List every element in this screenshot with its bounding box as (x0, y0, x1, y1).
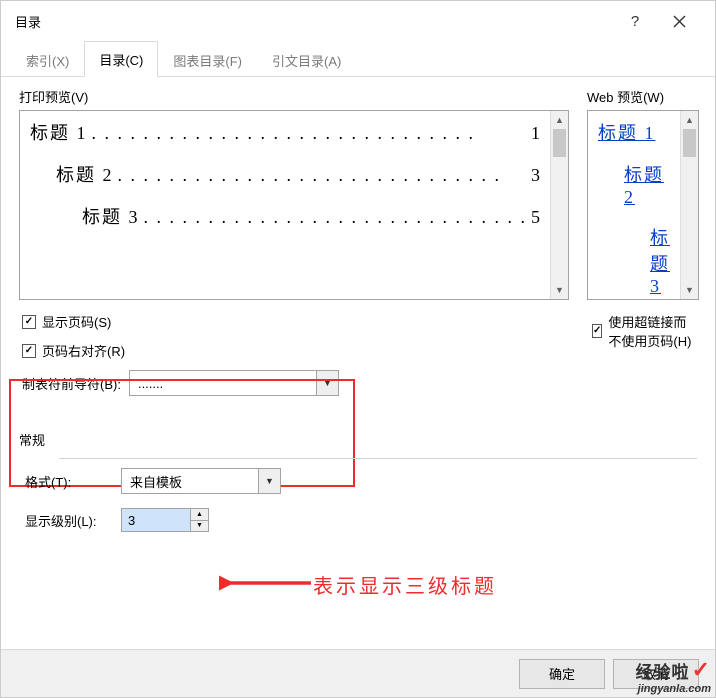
web-preview-label: Web 预览(W) (587, 87, 699, 106)
close-button[interactable] (657, 1, 701, 41)
tab-index[interactable]: 索引(X) (11, 42, 84, 77)
leader-row: 制表符前导符(B): ....... ▼ (19, 370, 569, 396)
web-preview-body: 标题 1 标题 2 标题 3 (588, 111, 680, 299)
print-preview-label: 打印预览(V) (19, 87, 569, 106)
scroll-up-icon[interactable]: ▲ (681, 111, 698, 129)
general-fieldset: 常规 格式(T): 来自模板 ▼ 显示级别(L): 3 ▲ (19, 430, 697, 532)
show-page-numbers-row: 显示页码(S) (19, 312, 569, 331)
print-preview-body: 标题 1 . . . . . . . . . . . . . . . . . .… (20, 111, 550, 299)
content-area: 打印预览(V) 标题 1 . . . . . . . . . . . . . .… (1, 77, 715, 532)
scroll-down-icon[interactable]: ▼ (551, 281, 568, 299)
scroll-down-icon[interactable]: ▼ (681, 281, 698, 299)
web-preview-scrollbar[interactable]: ▲ ▼ (680, 111, 698, 299)
toc-line-2: 标题 2 . . . . . . . . . . . . . . . . . .… (30, 161, 540, 187)
tabbar: 索引(X) 目录(C) 图表目录(F) 引文目录(A) (1, 41, 715, 77)
leader-label: 制表符前导符(B): (22, 374, 121, 393)
right-align-row: 页码右对齐(R) (19, 341, 569, 360)
close-icon (673, 15, 686, 28)
right-align-label: 页码右对齐(R) (42, 341, 125, 360)
levels-label: 显示级别(L): (25, 511, 111, 530)
scroll-thumb[interactable] (683, 129, 696, 157)
tab-figures[interactable]: 图表目录(F) (158, 42, 257, 77)
show-page-numbers-checkbox[interactable] (22, 315, 36, 329)
chevron-down-icon[interactable]: ▼ (316, 371, 338, 395)
print-preview-scrollbar[interactable]: ▲ ▼ (550, 111, 568, 299)
right-align-checkbox[interactable] (22, 344, 36, 358)
titlebar: 目录 ? (1, 1, 715, 41)
leader-value: ....... (130, 376, 316, 391)
tab-toc[interactable]: 目录(C) (84, 41, 158, 77)
use-hyperlinks-checkbox[interactable] (592, 324, 602, 338)
web-link-2[interactable]: 标题 2 (598, 161, 670, 208)
arrow-icon (219, 569, 315, 599)
levels-spinner[interactable]: 3 ▲ ▼ (121, 508, 209, 532)
tab-citations[interactable]: 引文目录(A) (257, 42, 356, 77)
dialog-footer: 确定 取消 (1, 649, 715, 697)
scroll-track[interactable] (681, 129, 698, 281)
format-label: 格式(T): (25, 472, 111, 491)
levels-value[interactable]: 3 (122, 509, 190, 531)
toc-line-3: 标题 3 . . . . . . . . . . . . . . . . . .… (30, 203, 540, 229)
format-row: 格式(T): 来自模板 ▼ (19, 468, 697, 494)
format-combo[interactable]: 来自模板 ▼ (121, 468, 281, 494)
help-button[interactable]: ? (613, 1, 657, 41)
chevron-down-icon[interactable]: ▼ (258, 469, 280, 493)
annotation-arrow-group: 表示显示三级标题 (219, 569, 497, 599)
spinner-up-icon[interactable]: ▲ (191, 509, 208, 521)
print-preview: 标题 1 . . . . . . . . . . . . . . . . . .… (19, 110, 569, 300)
ok-button[interactable]: 确定 (519, 659, 605, 689)
leader-combo[interactable]: ....... ▼ (129, 370, 339, 396)
use-hyperlinks-label: 使用超链接而不使用页码(H) (608, 312, 699, 350)
print-preview-col: 打印预览(V) 标题 1 . . . . . . . . . . . . . .… (19, 87, 569, 396)
general-legend: 常规 (19, 430, 51, 449)
spinner-down-icon[interactable]: ▼ (191, 521, 208, 532)
toc-dialog: 目录 ? 索引(X) 目录(C) 图表目录(F) 引文目录(A) 打印预览(V)… (0, 0, 716, 698)
web-preview: 标题 1 标题 2 标题 3 ▲ ▼ (587, 110, 699, 300)
web-link-3[interactable]: 标题 3 (598, 224, 670, 297)
show-page-numbers-label: 显示页码(S) (42, 312, 111, 331)
scroll-track[interactable] (551, 129, 568, 281)
scroll-up-icon[interactable]: ▲ (551, 111, 568, 129)
web-link-1[interactable]: 标题 1 (598, 119, 670, 145)
toc-line-1: 标题 1 . . . . . . . . . . . . . . . . . .… (30, 119, 540, 145)
use-hyperlinks-row: 使用超链接而不使用页码(H) (589, 312, 699, 350)
web-preview-col: Web 预览(W) 标题 1 标题 2 标题 3 ▲ ▼ (587, 87, 699, 396)
format-value: 来自模板 (122, 472, 258, 491)
dialog-title: 目录 (15, 12, 613, 31)
cancel-button[interactable]: 取消 (613, 659, 699, 689)
scroll-thumb[interactable] (553, 129, 566, 157)
annotation-text: 表示显示三级标题 (313, 570, 497, 599)
levels-row: 显示级别(L): 3 ▲ ▼ (19, 508, 697, 532)
